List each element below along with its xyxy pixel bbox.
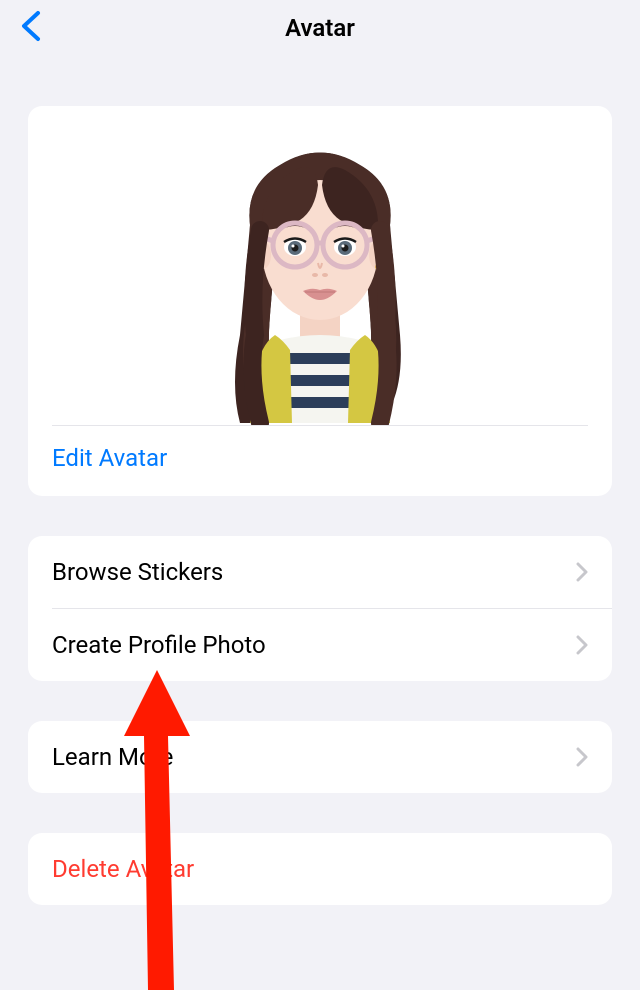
chevron-right-icon [576, 635, 588, 655]
page-title: Avatar [0, 14, 640, 42]
chevron-left-icon [20, 10, 42, 42]
edit-avatar-row: Edit Avatar [28, 426, 612, 496]
delete-avatar-label: Delete Avatar [52, 855, 194, 883]
content: Edit Avatar Browse Stickers Create Profi… [0, 106, 640, 905]
learn-more-label: Learn More [52, 743, 173, 771]
back-button[interactable] [20, 10, 42, 46]
avatar-card: Edit Avatar [28, 106, 612, 496]
delete-card: Delete Avatar [28, 833, 612, 905]
header: Avatar [0, 0, 640, 56]
delete-avatar-item[interactable]: Delete Avatar [28, 833, 612, 905]
edit-avatar-link[interactable]: Edit Avatar [52, 444, 167, 472]
learn-more-item[interactable]: Learn More [28, 721, 612, 793]
chevron-right-icon [576, 562, 588, 582]
browse-stickers-label: Browse Stickers [52, 558, 223, 586]
avatar-image [200, 135, 440, 425]
learn-more-card: Learn More [28, 721, 612, 793]
create-profile-photo-label: Create Profile Photo [52, 631, 266, 659]
actions-card: Browse Stickers Create Profile Photo [28, 536, 612, 681]
chevron-right-icon [576, 747, 588, 767]
create-profile-photo-item[interactable]: Create Profile Photo [28, 609, 612, 681]
browse-stickers-item[interactable]: Browse Stickers [28, 536, 612, 608]
avatar-preview [52, 106, 588, 426]
